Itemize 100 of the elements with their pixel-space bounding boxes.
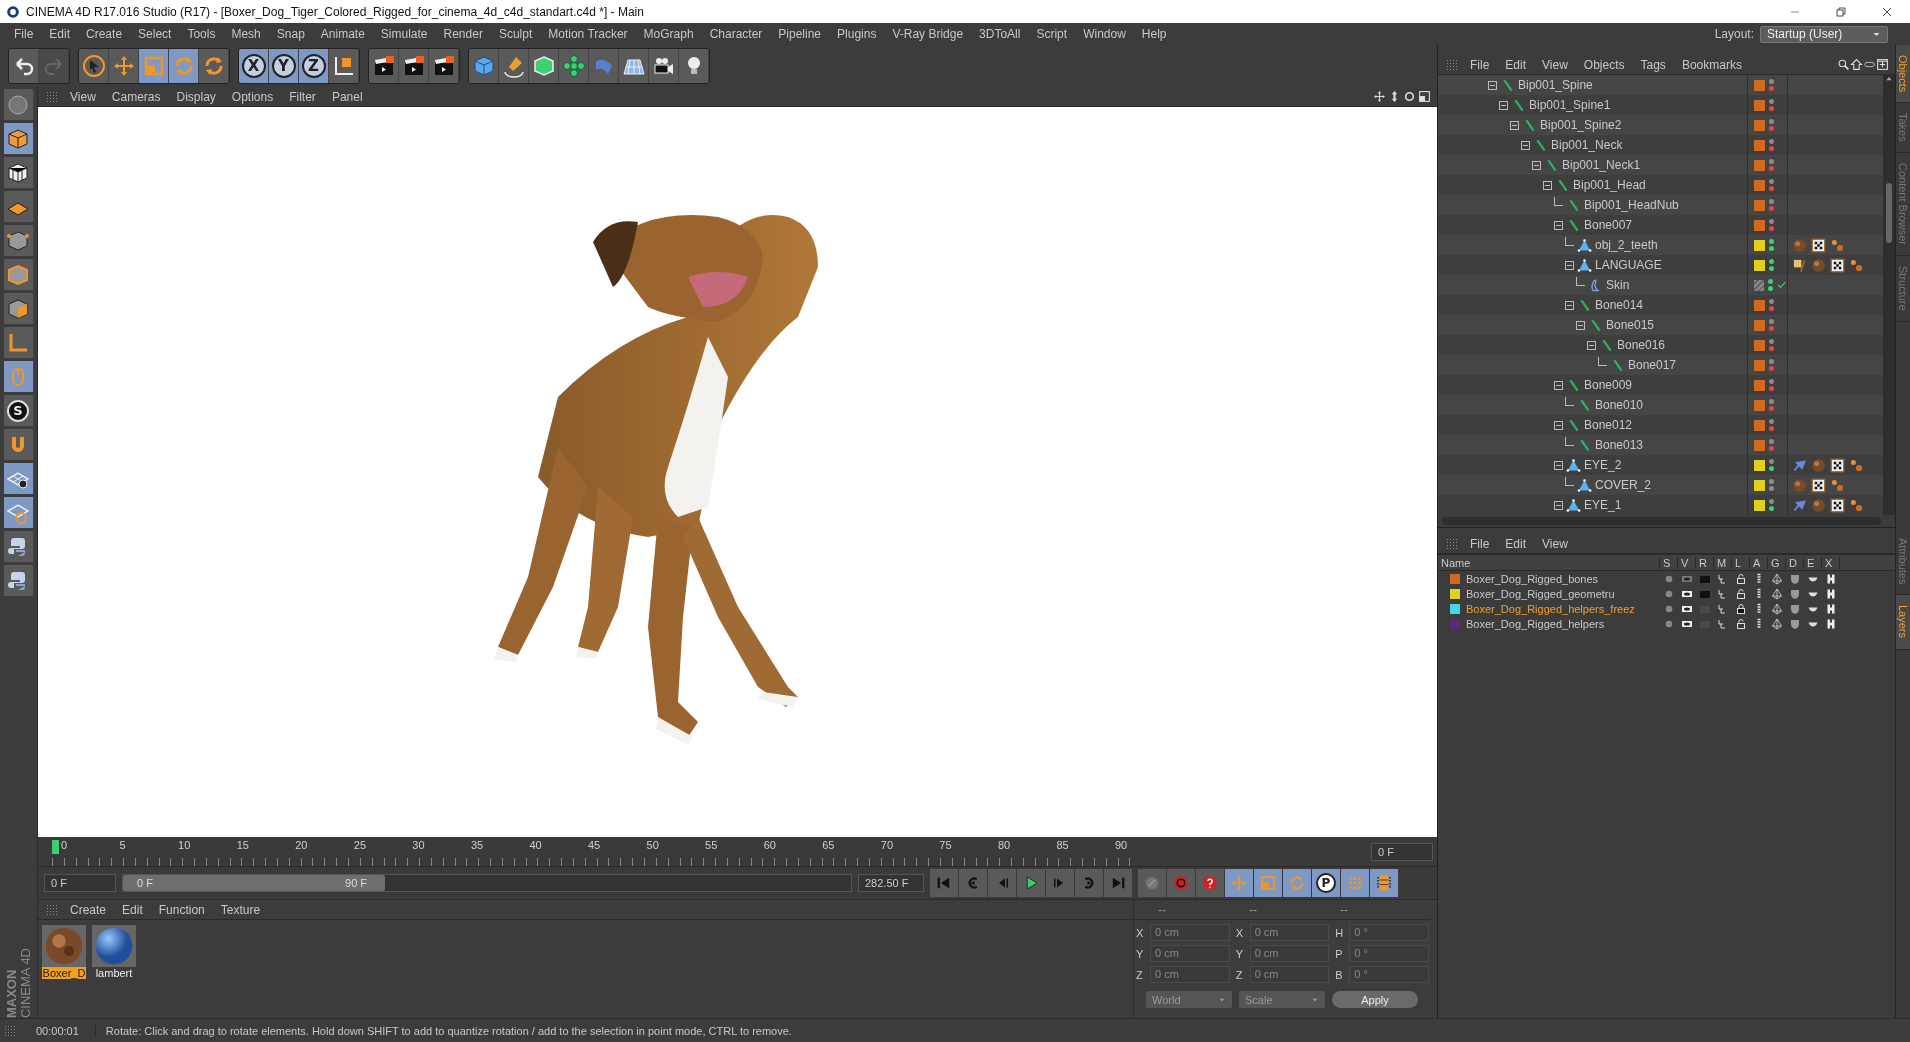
visibility-dot[interactable] [1769,119,1774,124]
menu-item[interactable]: Simulate [372,27,436,41]
menu-item[interactable]: File [1462,536,1498,551]
tool-button[interactable] [649,49,679,83]
expand-toggle[interactable] [1554,500,1563,510]
transport-button[interactable] [1046,869,1074,897]
visibility-dot[interactable] [1769,326,1774,331]
menu-item[interactable]: V-Ray Bridge [884,27,972,41]
menu-item[interactable]: Tools [179,27,224,41]
expand-toggle[interactable] [1532,160,1541,170]
menu-item[interactable]: Script [1028,27,1076,41]
menu-item[interactable]: Edit [1497,57,1535,72]
object-name[interactable]: Bip001_Spine [1518,78,1593,92]
object-name[interactable]: Bip001_Neck1 [1562,158,1641,172]
column-header[interactable]: A [1750,556,1768,569]
column-header[interactable]: R [1696,556,1714,569]
object-name[interactable]: Skin [1606,278,1630,292]
column-header[interactable]: M [1714,556,1732,569]
expand-toggle[interactable] [1521,140,1530,150]
menu-item[interactable]: File [1462,57,1498,72]
visibility-dot[interactable] [1769,319,1774,324]
menu-item[interactable]: Motion Tracker [540,27,636,41]
visibility-dot[interactable] [1769,399,1774,404]
menu-item[interactable]: View [1534,57,1576,72]
menu-item[interactable]: Window [1075,27,1134,41]
object-name[interactable]: Bip001_Head [1573,178,1646,192]
visibility-dot[interactable] [1769,379,1774,384]
visibility-dot[interactable] [1769,499,1774,504]
object-name[interactable]: Bone012 [1584,418,1633,432]
visibility-dot[interactable] [1769,346,1774,351]
menu-item[interactable]: Help [1133,27,1175,41]
end-frame-field[interactable]: 282.50 F [858,874,924,892]
object-name[interactable]: obj_2_teeth [1595,238,1658,252]
visibility-dot[interactable] [1769,466,1774,471]
visibility-dot[interactable] [1769,426,1774,431]
menu-item[interactable]: Function [150,902,213,917]
mode-button[interactable] [3,157,34,188]
object-name[interactable]: EYE_2 [1584,458,1622,472]
tool-button[interactable] [429,49,459,83]
key-button[interactable] [1370,869,1398,897]
tool-button[interactable] [79,49,109,83]
menu-item[interactable]: Animate [312,27,373,41]
mode-button[interactable] [3,463,34,494]
menu-item[interactable]: Mesh [223,27,269,41]
visibility-dot[interactable] [1769,139,1774,144]
side-tab[interactable]: Objects [1896,45,1910,104]
visibility-dot[interactable] [1769,359,1774,364]
menu-item[interactable]: File [6,27,42,41]
transport-button[interactable] [930,869,958,897]
menu-item[interactable]: MoGraph [635,27,702,41]
mode-button[interactable] [3,497,34,528]
object-name[interactable]: Bone009 [1584,378,1633,392]
object-name[interactable]: Bip001_HeadNub [1584,198,1679,212]
object-name[interactable]: COVER_2 [1595,478,1652,492]
expand-toggle[interactable] [1543,180,1552,190]
menu-item[interactable]: Pipeline [770,27,830,41]
visibility-dot[interactable] [1769,299,1774,304]
object-name[interactable]: Bip001_Neck [1551,138,1623,152]
menu-item[interactable]: Create [78,27,131,41]
menu-item[interactable]: Bookmarks [1673,57,1750,72]
expand-toggle[interactable] [1554,420,1563,430]
axis-lock-button[interactable]: X [239,49,269,83]
visibility-dot[interactable] [1769,266,1774,271]
material-swatch[interactable] [92,925,136,967]
layer-name[interactable]: Boxer_Dog_Rigged_helpers_freez [1466,602,1635,615]
menu-item[interactable]: Texture [212,902,269,917]
object-name[interactable]: Bone007 [1584,218,1633,232]
column-header[interactable]: D [1786,556,1804,569]
menu-item[interactable]: Edit [1497,536,1535,551]
coordinate-field[interactable]: 0 ° [1349,966,1429,983]
expand-toggle[interactable] [1565,260,1574,270]
visibility-dot[interactable] [1769,459,1774,464]
layer-name[interactable]: Boxer_Dog_Rigged_helpers [1466,617,1605,630]
menu-item[interactable]: Select [130,27,180,41]
material-swatch[interactable] [42,925,86,967]
menu-item[interactable]: 3DToAll [971,27,1029,41]
visibility-dot[interactable] [1769,339,1774,344]
expand-toggle[interactable] [1510,120,1519,130]
visibility-dot[interactable] [1769,246,1774,251]
object-name[interactable]: Bone015 [1606,318,1655,332]
expand-toggle[interactable] [1554,460,1563,470]
coordinate-field[interactable]: 0 cm [1150,966,1230,983]
visibility-dot[interactable] [1769,186,1774,191]
tool-button[interactable] [329,49,359,83]
menu-item[interactable]: Panel [323,89,371,104]
current-frame-field[interactable]: 0 F [1371,842,1433,861]
menu-item[interactable]: Edit [114,902,151,917]
object-name[interactable]: Bone010 [1595,398,1644,412]
column-header[interactable]: S [1660,556,1678,569]
key-button[interactable]: P [1312,869,1340,897]
visibility-dot[interactable] [1769,239,1774,244]
mode-button[interactable]: S [3,395,34,426]
coordinate-field[interactable]: 0 cm [1150,945,1230,962]
column-header[interactable]: G [1768,556,1786,569]
key-button[interactable] [1196,869,1224,897]
object-name[interactable]: Bone016 [1617,338,1666,352]
layout-dropdown[interactable]: Startup (User) [1760,25,1888,43]
expand-toggle[interactable] [1499,100,1508,110]
visibility-dot[interactable] [1769,306,1774,311]
menu-item[interactable]: Character [701,27,771,41]
